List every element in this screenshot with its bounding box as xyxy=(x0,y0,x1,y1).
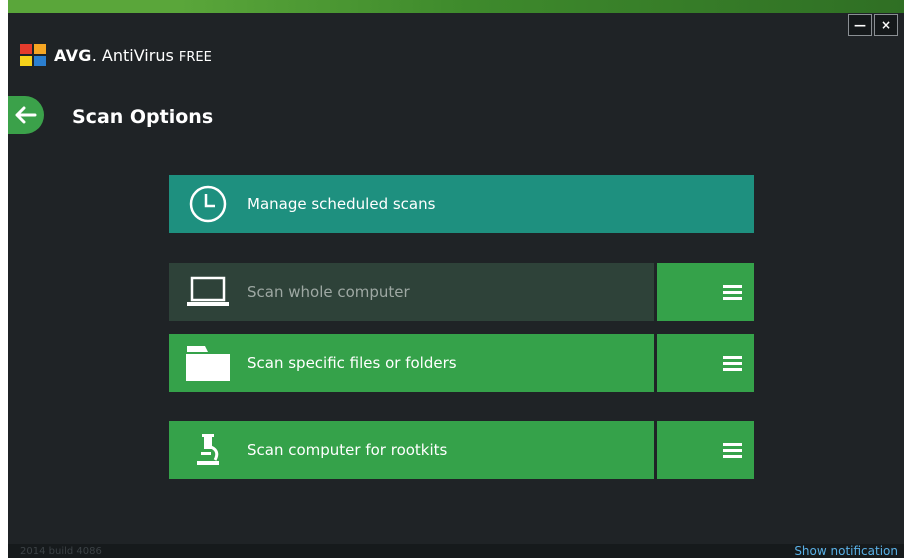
scan-rootkits-settings-button[interactable] xyxy=(657,421,754,479)
folder-icon xyxy=(186,346,230,381)
manage-scheduled-scans-button[interactable]: Manage scheduled scans xyxy=(169,175,754,233)
back-button[interactable] xyxy=(8,96,44,134)
app-name: AVG. AntiVirus FREE xyxy=(54,45,212,65)
scan-whole-computer-settings-button[interactable] xyxy=(657,263,754,321)
app-window: — × AVG. AntiVirus FREE Scan Options Man… xyxy=(8,0,904,558)
close-button[interactable]: × xyxy=(874,14,898,36)
scan-specific-files-button[interactable]: Scan specific files or folders xyxy=(169,334,654,392)
menu-icon xyxy=(723,282,742,303)
scan-whole-computer-label: Scan whole computer xyxy=(247,283,410,301)
minimize-button[interactable]: — xyxy=(848,14,872,36)
status-bar xyxy=(8,544,904,558)
microscope-icon xyxy=(197,434,219,465)
app-brand: AVG. AntiVirus FREE xyxy=(20,44,212,66)
laptop-icon xyxy=(187,276,229,306)
brand-edition: FREE xyxy=(178,49,212,65)
scan-rootkits-label: Scan computer for rootkits xyxy=(247,441,448,459)
manage-scheduled-scans-label: Manage scheduled scans xyxy=(247,195,436,213)
build-info: 2014 build 4086 xyxy=(20,546,102,557)
show-notification-link[interactable]: Show notification xyxy=(794,544,898,558)
window-controls: — × xyxy=(848,14,898,36)
scan-whole-computer-button[interactable]: Scan whole computer xyxy=(169,263,654,321)
arrow-left-icon xyxy=(15,106,37,124)
brand-avg: AVG xyxy=(54,45,92,65)
title-stripe xyxy=(8,0,904,13)
avg-logo-icon xyxy=(20,44,46,66)
scan-rootkits-button[interactable]: Scan computer for rootkits xyxy=(169,421,654,479)
scan-specific-files-label: Scan specific files or folders xyxy=(247,354,457,372)
menu-icon xyxy=(723,353,742,374)
clock-icon xyxy=(189,185,227,223)
brand-product: AntiVirus xyxy=(101,45,174,65)
menu-icon xyxy=(723,440,742,461)
page-title: Scan Options xyxy=(72,106,214,128)
scan-specific-files-settings-button[interactable] xyxy=(657,334,754,392)
